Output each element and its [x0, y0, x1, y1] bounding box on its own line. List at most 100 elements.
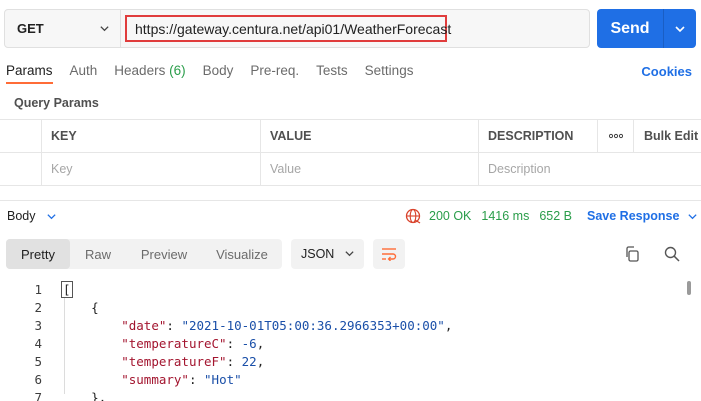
- chevron-down-icon: [100, 26, 109, 32]
- method-select[interactable]: GET: [5, 10, 121, 47]
- row-spacer: [634, 153, 701, 185]
- method-label: GET: [17, 21, 44, 36]
- tab-headers[interactable]: Headers (6): [114, 63, 185, 84]
- url-text: https://gateway.centura.net/api01/Weathe…: [135, 20, 452, 37]
- table-row: Key Value Description: [0, 153, 701, 186]
- line-number: 5: [34, 353, 42, 369]
- search-icon: [664, 246, 680, 262]
- code-text: "temperatureF": 22,: [121, 353, 265, 369]
- wrap-lines-button[interactable]: [373, 239, 405, 269]
- view-visualize-button[interactable]: Visualize: [202, 239, 282, 269]
- view-preview-button[interactable]: Preview: [126, 239, 202, 269]
- json-value: "2021-10-01T05:00:36.2966353+00:00": [181, 317, 445, 333]
- send-button[interactable]: Send: [597, 20, 663, 38]
- key-column-header: KEY: [42, 120, 261, 152]
- tab-params[interactable]: Params: [6, 63, 53, 84]
- bulk-edit-button[interactable]: Bulk Edit: [634, 120, 701, 152]
- chevron-down-icon: [345, 251, 354, 257]
- tab-label: Body: [202, 63, 234, 78]
- line-number: 6: [34, 371, 42, 387]
- copy-button[interactable]: [623, 245, 641, 266]
- format-select[interactable]: JSON: [291, 239, 364, 269]
- tab-body[interactable]: Body: [203, 63, 234, 84]
- checkbox-column-header: [0, 120, 42, 152]
- line-number: 3: [34, 317, 42, 333]
- code-text: "date": "2021-10-01T05:00:36.2966353+00:…: [121, 317, 453, 333]
- url-bar: GET https://gateway.centura.net/api01/We…: [4, 9, 590, 48]
- tab-label: Headers: [114, 63, 166, 78]
- json-key: "summary": [121, 371, 189, 387]
- response-body-dropdown[interactable]: Body: [7, 209, 57, 223]
- json-value: "Hot": [204, 371, 242, 387]
- response-status: 200 OK 1416 ms 652 B: [405, 208, 572, 224]
- json-key: "temperatureC": [121, 335, 227, 351]
- tab-tests[interactable]: Tests: [316, 63, 348, 84]
- json-key: "temperatureF": [121, 353, 227, 369]
- key-input[interactable]: Key: [42, 153, 261, 185]
- response-view-switcher: Pretty Raw Preview Visualize: [6, 239, 282, 269]
- cookies-link[interactable]: Cookies: [641, 64, 692, 79]
- table-header-row: KEY VALUE DESCRIPTION Bulk Edit: [0, 120, 701, 153]
- code-text: },: [61, 390, 106, 401]
- code-text: [: [61, 280, 73, 298]
- code-line: 6 "summary": "Hot": [0, 370, 701, 388]
- brace-close: },: [91, 389, 107, 401]
- line-number: 2: [34, 299, 42, 315]
- save-response-label: Save Response: [587, 209, 680, 223]
- status-code: 200 OK: [429, 209, 472, 223]
- code-line: 1 [: [0, 280, 701, 298]
- code-text: "temperatureC": -6,: [121, 335, 265, 351]
- brace-open: {: [91, 299, 99, 315]
- headers-count: (6): [169, 63, 186, 78]
- more-options-button[interactable]: [598, 120, 634, 152]
- chevron-down-icon: [46, 213, 56, 219]
- tab-label: Pre-req.: [250, 63, 300, 78]
- view-raw-button[interactable]: Raw: [70, 239, 126, 269]
- tab-settings[interactable]: Settings: [365, 63, 414, 84]
- view-pretty-button[interactable]: Pretty: [6, 239, 70, 269]
- send-button-group: Send: [597, 9, 696, 48]
- url-input[interactable]: https://gateway.centura.net/api01/Weathe…: [125, 15, 451, 42]
- query-params-title: Query Params: [14, 96, 99, 110]
- response-body-code: 1 [ 2 { 3 "date": "2021-10-01T05:00:36.2…: [0, 280, 701, 401]
- tab-label: Auth: [69, 63, 98, 78]
- chevron-down-icon: [688, 213, 698, 219]
- bracket-open: [: [61, 280, 73, 298]
- description-column-header: DESCRIPTION: [479, 120, 598, 152]
- tab-auth[interactable]: Auth: [70, 63, 98, 84]
- json-value: -6: [241, 335, 257, 351]
- copy-icon: [626, 246, 639, 262]
- save-response-button[interactable]: Save Response: [587, 209, 698, 223]
- search-button[interactable]: [663, 245, 681, 266]
- code-line: 3 "date": "2021-10-01T05:00:36.2966353+0…: [0, 316, 701, 334]
- line-number: 1: [34, 281, 42, 297]
- globe-icon[interactable]: [405, 208, 421, 224]
- response-bar: Body 200 OK 1416 ms 652 B Save Response: [0, 200, 701, 230]
- response-size: 652 B: [539, 209, 573, 223]
- response-body-label: Body: [7, 209, 36, 223]
- tab-label: Settings: [364, 63, 414, 78]
- json-value: 22: [241, 353, 257, 369]
- value-column-header: VALUE: [261, 120, 479, 152]
- format-label: JSON: [301, 247, 335, 261]
- code-line: 7 },: [0, 388, 701, 401]
- description-input[interactable]: Description: [479, 153, 634, 185]
- code-line: 4 "temperatureC": -6,: [0, 334, 701, 352]
- more-horizontal-icon: [608, 133, 623, 139]
- code-text: "summary": "Hot": [121, 371, 242, 387]
- tab-label: Tests: [316, 63, 348, 78]
- line-number: 4: [34, 335, 42, 351]
- code-line: 5 "temperatureF": 22,: [0, 352, 701, 370]
- chevron-down-icon: [675, 25, 685, 32]
- wrap-lines-icon: [382, 248, 397, 261]
- request-tabs: Params Auth Headers (6) Body Pre-req. Te…: [6, 63, 430, 84]
- query-params-table: KEY VALUE DESCRIPTION Bulk Edit Key Valu…: [0, 119, 701, 186]
- send-options-button[interactable]: [664, 23, 696, 35]
- json-key: "date": [121, 317, 167, 333]
- line-number: 7: [34, 389, 42, 401]
- code-text: {: [61, 300, 99, 315]
- code-line: 2 {: [0, 298, 701, 316]
- value-input[interactable]: Value: [261, 153, 479, 185]
- tab-pre-request[interactable]: Pre-req.: [250, 63, 299, 84]
- response-time: 1416 ms: [481, 209, 530, 223]
